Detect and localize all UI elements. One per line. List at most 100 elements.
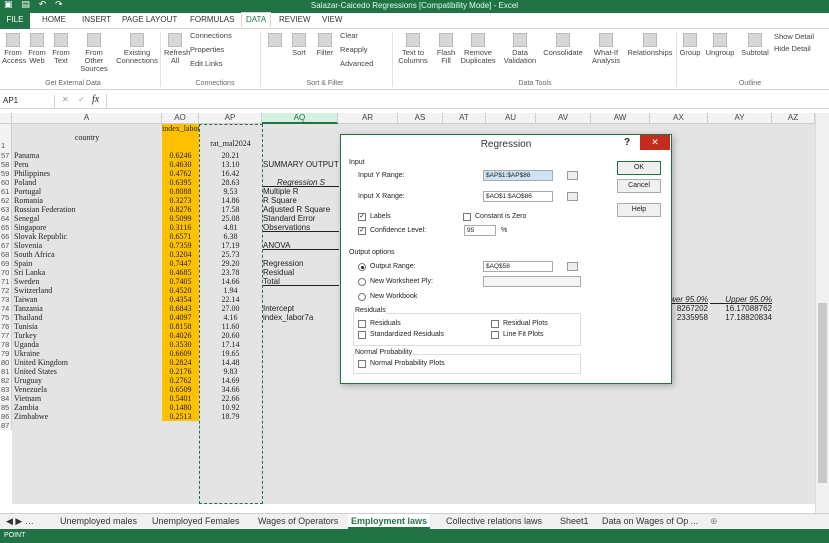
country-cell[interactable]: Peru (14, 160, 162, 169)
country-cell[interactable]: Vietnam (14, 394, 162, 403)
regression-output-cell[interactable]: 16.17088762 (712, 304, 772, 313)
connections-button[interactable]: Connections (190, 32, 232, 40)
row-number[interactable]: 77 (0, 331, 12, 340)
regression-output-cell[interactable]: Regression (263, 259, 339, 268)
row-number[interactable]: 72 (0, 286, 12, 295)
regression-output-cell[interactable]: SUMMARY OUTPUT (263, 160, 339, 169)
row-number[interactable]: 63 (0, 205, 12, 214)
new-ply-input[interactable] (483, 276, 581, 287)
properties-button[interactable]: Properties (190, 46, 224, 54)
column-header[interactable]: A (12, 113, 162, 124)
index-labor-cell[interactable]: 0.7359 (162, 241, 199, 250)
header-country[interactable]: country (12, 124, 162, 151)
flash-fill-button[interactable]: Flash Fill (434, 33, 458, 65)
country-cell[interactable]: South Africa (14, 250, 162, 259)
row-number[interactable]: 86 (0, 412, 12, 421)
country-cell[interactable]: Portugal (14, 187, 162, 196)
country-cell[interactable]: Zambia (14, 403, 162, 412)
existing-connections-button[interactable]: Existing Connections (116, 33, 158, 65)
consolidate-button[interactable]: Consolidate (542, 33, 584, 57)
reapply-button[interactable]: Reapply (340, 46, 368, 54)
tab-formulas[interactable]: FORMULAS (190, 15, 234, 24)
country-cell[interactable]: Venezuela (14, 385, 162, 394)
remove-duplicates-button[interactable]: Remove Duplicates (460, 33, 496, 65)
country-cell[interactable]: Zimbabwe (14, 412, 162, 421)
close-button[interactable]: ✕ (640, 135, 670, 150)
normal-plots-checkbox[interactable] (358, 360, 366, 368)
row-number[interactable]: 79 (0, 349, 12, 358)
sheet-tab[interactable]: Wages of Operators (258, 516, 338, 526)
index-labor-cell[interactable]: 0.5401 (162, 394, 199, 403)
row-number[interactable]: 67 (0, 241, 12, 250)
index-labor-cell[interactable]: 0.6246 (162, 151, 199, 160)
sort-az-button[interactable] (264, 33, 286, 49)
row-number[interactable]: 57 (0, 151, 12, 160)
index-labor-cell[interactable]: 0.3273 (162, 196, 199, 205)
index-labor-cell[interactable]: 0.4630 (162, 160, 199, 169)
column-header[interactable]: AZ (772, 113, 815, 124)
group-button[interactable]: Group (678, 33, 702, 57)
confidence-checkbox[interactable]: ✓ (358, 227, 366, 235)
country-cell[interactable]: Switzerland (14, 286, 162, 295)
row-number[interactable]: 84 (0, 394, 12, 403)
country-cell[interactable]: Sweden (14, 277, 162, 286)
sheet-tab[interactable]: Unemployed Females (152, 516, 240, 526)
country-cell[interactable]: Senegal (14, 214, 162, 223)
sheet-tab[interactable]: Collective relations laws (446, 516, 542, 526)
regression-output-cell[interactable]: Upper 95.0% (710, 295, 772, 304)
row-number[interactable]: 59 (0, 169, 12, 178)
index-labor-cell[interactable]: 0.6571 (162, 232, 199, 241)
column-header[interactable]: AU (486, 113, 536, 124)
sheet-tab[interactable]: Unemployed males (60, 516, 137, 526)
scroll-thumb[interactable] (818, 303, 827, 483)
index-labor-cell[interactable]: 0.4026 (162, 331, 199, 340)
cancel-button[interactable]: Cancel (617, 179, 661, 193)
clear-button[interactable]: Clear (340, 32, 358, 40)
row-number[interactable]: 58 (0, 160, 12, 169)
column-header[interactable]: AO (162, 113, 199, 124)
row-number[interactable]: 65 (0, 223, 12, 232)
index-labor-cell[interactable]: 0.4097 (162, 313, 199, 322)
y-range-input[interactable]: $AP$1:$AP$86 (483, 170, 553, 181)
select-all[interactable] (0, 113, 12, 124)
index-labor-cell[interactable]: 0.4762 (162, 169, 199, 178)
cancel-icon[interactable]: ✕ (62, 95, 69, 104)
country-cell[interactable]: Slovenia (14, 241, 162, 250)
row-number[interactable]: 81 (0, 367, 12, 376)
regression-output-cell[interactable]: Adjusted R Square (263, 205, 339, 214)
country-cell[interactable]: United Kingdom (14, 358, 162, 367)
row-number[interactable]: 64 (0, 214, 12, 223)
regression-output-cell[interactable]: index_labor7a (263, 313, 339, 322)
help-icon[interactable]: ? (624, 137, 630, 148)
tab-insert[interactable]: INSERT (82, 15, 111, 24)
country-cell[interactable]: Panama (14, 151, 162, 160)
row-number[interactable]: 66 (0, 232, 12, 241)
header-index-labor[interactable]: index_labor7a (162, 124, 199, 151)
tab-view[interactable]: VIEW (322, 15, 342, 24)
function-icon[interactable]: fx (92, 94, 99, 105)
output-range-input[interactable]: $AQ$58 (483, 261, 553, 272)
row-number[interactable]: 61 (0, 187, 12, 196)
sheet-tab[interactable]: Sheet1 (560, 516, 589, 526)
filter-button[interactable]: Filter (314, 33, 336, 57)
country-cell[interactable]: Thailand (14, 313, 162, 322)
regression-output-cell[interactable]: 17.18820834 (712, 313, 772, 322)
regression-output-cell[interactable]: ANOVA (263, 241, 339, 250)
country-cell[interactable]: Sri Lanka (14, 268, 162, 277)
index-labor-cell[interactable]: 0.7447 (162, 259, 199, 268)
country-cell[interactable]: Uganda (14, 340, 162, 349)
index-labor-cell[interactable]: 0.1480 (162, 403, 199, 412)
column-header[interactable]: AX (650, 113, 708, 124)
row-number[interactable]: 75 (0, 313, 12, 322)
index-labor-cell[interactable]: 0.6395 (162, 178, 199, 187)
regression-output-cell[interactable]: R Square (263, 196, 339, 205)
country-cell[interactable]: Uruguay (14, 376, 162, 385)
residuals-checkbox[interactable] (358, 320, 366, 328)
country-cell[interactable]: Tanzania (14, 304, 162, 313)
tab-home[interactable]: HOME (42, 15, 66, 24)
index-labor-cell[interactable]: 0.8158 (162, 322, 199, 331)
tab-data[interactable]: DATA (241, 12, 272, 27)
index-labor-cell[interactable]: 0.2176 (162, 367, 199, 376)
edit-links-button[interactable]: Edit Links (190, 60, 223, 68)
text-to-columns-button[interactable]: Text to Columns (396, 33, 430, 65)
